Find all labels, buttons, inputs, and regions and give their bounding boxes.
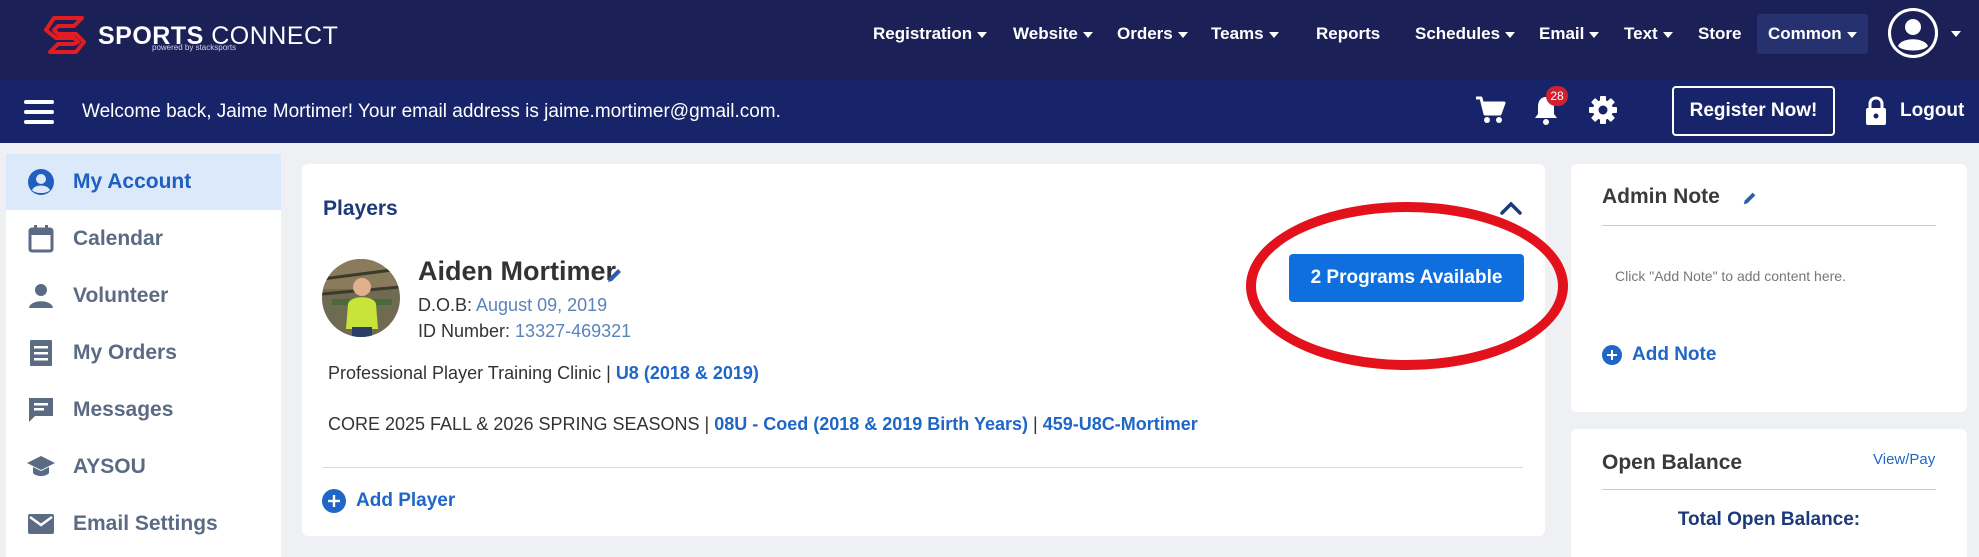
admin-note-title: Admin Note <box>1602 185 1720 208</box>
players-title: Players <box>323 197 398 220</box>
logout-link[interactable]: Logout <box>1900 100 1964 122</box>
nav-orders[interactable]: Orders <box>1117 20 1188 48</box>
account-circle-icon <box>26 167 56 197</box>
user-avatar-icon <box>1888 8 1938 58</box>
program-line: Professional Player Training Clinic | U8 (… <box>328 363 759 383</box>
nav-text[interactable]: Text <box>1624 20 1673 48</box>
add-note-button[interactable]: Add Note <box>1602 344 1716 366</box>
add-player-button[interactable]: Add Player <box>322 488 455 514</box>
sports-connect-logo-icon <box>44 16 86 54</box>
sidebar-item-email-settings[interactable]: Email Settings <box>6 496 281 552</box>
graduation-cap-icon <box>26 452 56 482</box>
sidebar-item-volunteer[interactable]: Volunteer <box>6 268 281 324</box>
admin-note-hint: Click "Add Note" to add content here. <box>1615 268 1846 284</box>
pencil-edit-icon[interactable] <box>1742 190 1758 206</box>
player-photo <box>322 259 400 337</box>
admin-note-card: Admin Note Click "Add Note" to add conte… <box>1571 164 1967 412</box>
sidebar-item-label: Email Settings <box>73 512 218 535</box>
sidebar-item-label: My Orders <box>73 341 177 364</box>
chevron-down-icon <box>977 31 988 38</box>
pencil-edit-icon[interactable] <box>606 266 624 284</box>
chevron-down-icon <box>1268 31 1279 38</box>
notification-count-badge: 28 <box>1546 86 1568 106</box>
plus-circle-icon <box>322 489 346 513</box>
chevron-down-icon <box>1662 31 1673 38</box>
add-player-label: Add Player <box>356 490 456 511</box>
sidebar-item-my-account[interactable]: My Account <box>6 154 281 210</box>
player-id-number: ID Number: 13327-469321 <box>418 321 632 341</box>
sidebar-item-aysou[interactable]: AYSOU <box>6 439 281 495</box>
nav-store[interactable]: Store <box>1698 20 1741 48</box>
sidebar: My Account Calendar Volunteer My Orders … <box>6 154 281 557</box>
divider <box>1602 489 1936 490</box>
top-navigation-bar: SPORTS CONNECT powered by stacksports Re… <box>0 0 1979 80</box>
nav-website[interactable]: Website <box>1013 20 1093 48</box>
program-division-link[interactable]: 08U - Coed (2018 & 2019 Birth Years) <box>714 414 1028 434</box>
envelope-icon <box>26 509 56 539</box>
calendar-icon <box>26 224 56 254</box>
shopping-cart-icon[interactable] <box>1474 95 1506 125</box>
open-balance-title: Open Balance <box>1602 451 1743 474</box>
divider <box>323 467 1523 468</box>
sidebar-item-my-orders[interactable]: My Orders <box>6 325 281 381</box>
nav-teams[interactable]: Teams <box>1211 20 1279 48</box>
user-avatar-button[interactable] <box>1888 8 1938 58</box>
person-icon <box>26 281 56 311</box>
sidebar-item-label: Messages <box>73 398 174 421</box>
total-open-balance-label: Total Open Balance: <box>1677 509 1861 530</box>
chevron-down-icon <box>1589 31 1600 38</box>
red-highlight-circle <box>1246 202 1568 370</box>
lock-icon[interactable] <box>1864 96 1888 126</box>
chevron-up-icon[interactable] <box>1499 200 1523 216</box>
program-line: CORE 2025 FALL & 2026 SPRING SEASONS | 08U… <box>328 414 1198 434</box>
player-name: Aiden Mortimer <box>418 256 617 286</box>
message-icon <box>26 395 56 425</box>
program-team-link[interactable]: 459-U8C-Mortimer <box>1043 414 1198 434</box>
gear-icon[interactable] <box>1588 95 1618 125</box>
open-balance-card: Open Balance View/Pay Total Open Balance… <box>1571 429 1967 557</box>
divider <box>1602 225 1936 226</box>
chevron-down-icon <box>1505 31 1516 38</box>
nav-schedules[interactable]: Schedules <box>1415 20 1516 48</box>
program-division-link[interactable]: U8 (2018 & 2019) <box>616 363 759 383</box>
welcome-message: Welcome back, Jaime Mortimer! Your email… <box>82 101 781 122</box>
nav-common[interactable]: Common <box>1757 14 1868 54</box>
nav-registration[interactable]: Registration <box>873 20 988 48</box>
chevron-down-icon[interactable] <box>1951 31 1961 37</box>
sidebar-item-label: Volunteer <box>73 284 169 307</box>
plus-circle-icon <box>1602 345 1622 365</box>
chevron-down-icon <box>1177 31 1188 38</box>
sidebar-item-messages[interactable]: Messages <box>6 382 281 438</box>
register-now-button[interactable]: Register Now! <box>1672 86 1835 136</box>
sidebar-item-label: Calendar <box>73 227 163 250</box>
chevron-down-icon <box>1082 31 1093 38</box>
powered-by-text: powered by stacksports <box>152 43 237 52</box>
add-note-label: Add Note <box>1632 344 1717 365</box>
nav-email[interactable]: Email <box>1539 20 1600 48</box>
chevron-down-icon <box>1846 31 1857 38</box>
hamburger-menu-icon[interactable] <box>24 100 54 124</box>
sidebar-item-label: AYSOU <box>73 455 146 478</box>
sidebar-item-calendar[interactable]: Calendar <box>6 211 281 267</box>
player-dob: D.O.B: August 09, 2019 <box>418 295 608 315</box>
nav-reports[interactable]: Reports <box>1316 20 1380 48</box>
receipt-icon <box>26 338 56 368</box>
sidebar-item-label: My Account <box>73 170 192 193</box>
view-pay-link[interactable]: View/Pay <box>1873 451 1935 468</box>
